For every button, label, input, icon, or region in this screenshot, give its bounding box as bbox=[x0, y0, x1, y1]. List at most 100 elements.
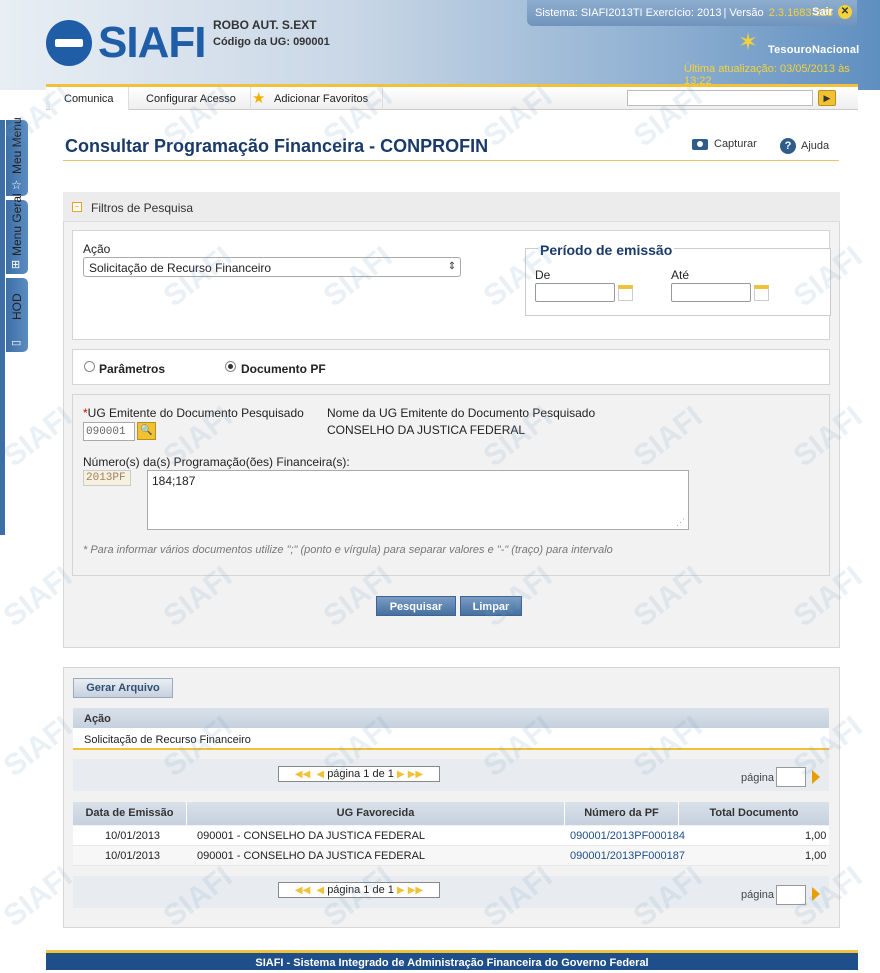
menu-item-configurar-acesso[interactable]: Configurar Acesso bbox=[132, 87, 251, 110]
next-page-icon[interactable]: ▶ bbox=[397, 885, 405, 896]
page-number-input[interactable] bbox=[776, 767, 806, 787]
row-date: 10/01/2013 bbox=[105, 850, 161, 862]
last-page-icon[interactable]: ▶▶ bbox=[408, 885, 423, 896]
first-page-icon[interactable]: ◀◀ bbox=[295, 885, 310, 896]
menu-search-input[interactable] bbox=[627, 90, 813, 106]
page-label: página bbox=[741, 772, 775, 784]
col-data-emissao[interactable]: Data de Emissão bbox=[73, 802, 187, 825]
monitor-icon: ▭ bbox=[11, 337, 22, 349]
radio-parametros[interactable] bbox=[84, 361, 95, 372]
pager-text: página 1 de 1 bbox=[327, 768, 394, 780]
last-page-icon[interactable]: ▶▶ bbox=[408, 769, 423, 780]
ug-code-line: Código da UG: 090001 bbox=[213, 36, 330, 48]
collapse-icon[interactable]: − bbox=[72, 202, 82, 212]
next-page-icon[interactable]: ▶ bbox=[397, 769, 405, 780]
ug-name-label: Nome da UG Emitente do Documento Pesquis… bbox=[327, 406, 596, 420]
logout-icon[interactable]: ✕ bbox=[838, 5, 852, 19]
page-label: página bbox=[741, 889, 775, 901]
search-mode-panel bbox=[72, 349, 830, 385]
pager-text: página 1 de 1 bbox=[327, 884, 394, 896]
calendar-icon[interactable] bbox=[618, 285, 633, 301]
help-button[interactable]: ? Ajuda bbox=[780, 138, 829, 154]
search-icon[interactable]: 🔍 bbox=[137, 422, 156, 440]
tesouro-logo-text: TesouroNacional bbox=[768, 44, 860, 56]
ate-date-input[interactable] bbox=[671, 283, 751, 302]
star-icon: ☆ bbox=[11, 178, 22, 192]
page-title: Consultar Programação Financeira - CONPR… bbox=[65, 136, 489, 156]
row-pf-link[interactable]: 090001/2013PF000184 bbox=[570, 826, 685, 846]
system-info: Sistema: SIAFI2013TI Exercício: 2013 bbox=[535, 7, 722, 19]
row-date: 10/01/2013 bbox=[105, 830, 161, 842]
radio-documento-pf-label[interactable]: Documento PF bbox=[241, 362, 326, 376]
row-total: 1,00 bbox=[805, 850, 827, 862]
col-total-documento[interactable]: Total Documento bbox=[679, 802, 829, 825]
sidetab-menu-geral[interactable]: Menu Geral ⊞ bbox=[6, 193, 28, 274]
help-label: Ajuda bbox=[801, 139, 830, 152]
clear-button[interactable]: Limpar bbox=[460, 596, 522, 616]
footer: SIAFI - Sistema Integrado de Administraç… bbox=[46, 950, 858, 970]
acao-label: Ação bbox=[83, 242, 111, 256]
first-page-icon[interactable]: ◀◀ bbox=[295, 769, 310, 780]
sitemap-icon: ⊞ bbox=[11, 259, 21, 271]
row-total: 1,00 bbox=[805, 830, 827, 842]
pager-top: ◀◀ ◀ página 1 de 1 ▶ ▶▶ bbox=[278, 766, 440, 782]
pager-bottom: ◀◀ ◀ página 1 de 1 ▶ ▶▶ bbox=[278, 882, 440, 898]
calendar-icon[interactable] bbox=[754, 285, 769, 301]
sidetab-hod[interactable]: HOD ▭ bbox=[6, 278, 28, 352]
ug-code-value: 090001 bbox=[293, 36, 330, 48]
result-acao-header: Ação bbox=[73, 708, 829, 728]
go-page-icon[interactable] bbox=[812, 770, 820, 784]
ate-label: Até bbox=[671, 268, 690, 282]
user-name: ROBO AUT. S.EXT bbox=[213, 18, 317, 32]
radio-parametros-label[interactable]: Parâmetros bbox=[99, 362, 165, 376]
sidetab-meu-menu[interactable]: Meu Menu ☆ bbox=[6, 117, 28, 196]
help-icon: ? bbox=[780, 138, 796, 154]
radio-documento-pf[interactable] bbox=[225, 361, 236, 372]
version-label: Versão bbox=[729, 7, 764, 19]
menu-bar: Comunica Configurar Acesso ★ Adicionar F… bbox=[46, 84, 858, 110]
de-date-input[interactable] bbox=[535, 283, 615, 302]
row-ug: 090001 - CONSELHO DA JUSTICA FEDERAL bbox=[197, 850, 426, 862]
menu-item-comunica[interactable]: Comunica bbox=[50, 87, 129, 110]
menu-item-adicionar-favoritos[interactable]: Adicionar Favoritos bbox=[260, 87, 384, 110]
pf-numbers-label: Número(s) da(s) Programação(ões) Finance… bbox=[83, 455, 350, 469]
col-numero-pf[interactable]: Número da PF bbox=[565, 802, 679, 825]
pager-bar-bottom: ◀◀ ◀ página 1 de 1 ▶ ▶▶ página bbox=[73, 876, 829, 908]
acao-select[interactable]: Solicitação de Recurso Financeiro bbox=[83, 257, 461, 277]
periodo-title: Período de emissão bbox=[538, 242, 675, 258]
ug-emitente-input[interactable]: 090001 bbox=[83, 422, 135, 441]
pf-prefix: 2013PF bbox=[83, 470, 131, 486]
ug-code-label: Código da UG: bbox=[213, 36, 290, 48]
table-row: 10/01/2013 090001 - CONSELHO DA JUSTICA … bbox=[73, 846, 829, 866]
row-pf-link[interactable]: 090001/2013PF000187 bbox=[570, 846, 685, 866]
capture-button[interactable]: Capturar bbox=[692, 138, 757, 150]
col-ug-favorecida[interactable]: UG Favorecida bbox=[187, 802, 565, 825]
pf-numbers-textarea[interactable]: 184;187 bbox=[147, 470, 689, 530]
result-acao-value: Solicitação de Recurso Financeiro bbox=[73, 728, 829, 750]
go-page-icon[interactable] bbox=[812, 887, 820, 901]
filters-header[interactable]: Filtros de Pesquisa bbox=[63, 192, 840, 222]
prev-page-icon[interactable]: ◀ bbox=[316, 885, 324, 896]
select-arrows-icon[interactable]: ⇕ bbox=[444, 258, 460, 276]
tesouro-star-icon: ✶ bbox=[738, 29, 759, 56]
page-number-input[interactable] bbox=[776, 885, 806, 905]
input-hint: * Para informar vários documentos utiliz… bbox=[83, 544, 613, 556]
results-table-header: Data de Emissão UG Favorecida Número da … bbox=[73, 802, 829, 825]
menu-go-button[interactable]: ▶ bbox=[818, 90, 836, 106]
sidetab-hod-label: HOD bbox=[10, 293, 24, 320]
sidetab-meu-menu-label: Meu Menu bbox=[10, 117, 24, 174]
resize-grip-icon[interactable]: ⋰ bbox=[676, 517, 685, 528]
table-row: 10/01/2013 090001 - CONSELHO DA JUSTICA … bbox=[73, 826, 829, 846]
prev-page-icon[interactable]: ◀ bbox=[316, 769, 324, 780]
row-ug: 090001 - CONSELHO DA JUSTICA FEDERAL bbox=[197, 830, 426, 842]
ug-emitente-label: *UG Emitente do Documento Pesquisado bbox=[83, 406, 304, 420]
generate-file-button[interactable]: Gerar Arquivo bbox=[73, 678, 173, 698]
search-button[interactable]: Pesquisar bbox=[376, 596, 456, 616]
title-divider bbox=[63, 160, 839, 161]
ug-emitente-label-text: UG Emitente do Documento Pesquisado bbox=[87, 406, 304, 420]
side-rail bbox=[0, 120, 5, 535]
siafi-logo-icon bbox=[46, 20, 92, 66]
capture-label: Capturar bbox=[714, 138, 757, 150]
de-label: De bbox=[535, 268, 551, 282]
periodo-panel bbox=[525, 248, 831, 316]
